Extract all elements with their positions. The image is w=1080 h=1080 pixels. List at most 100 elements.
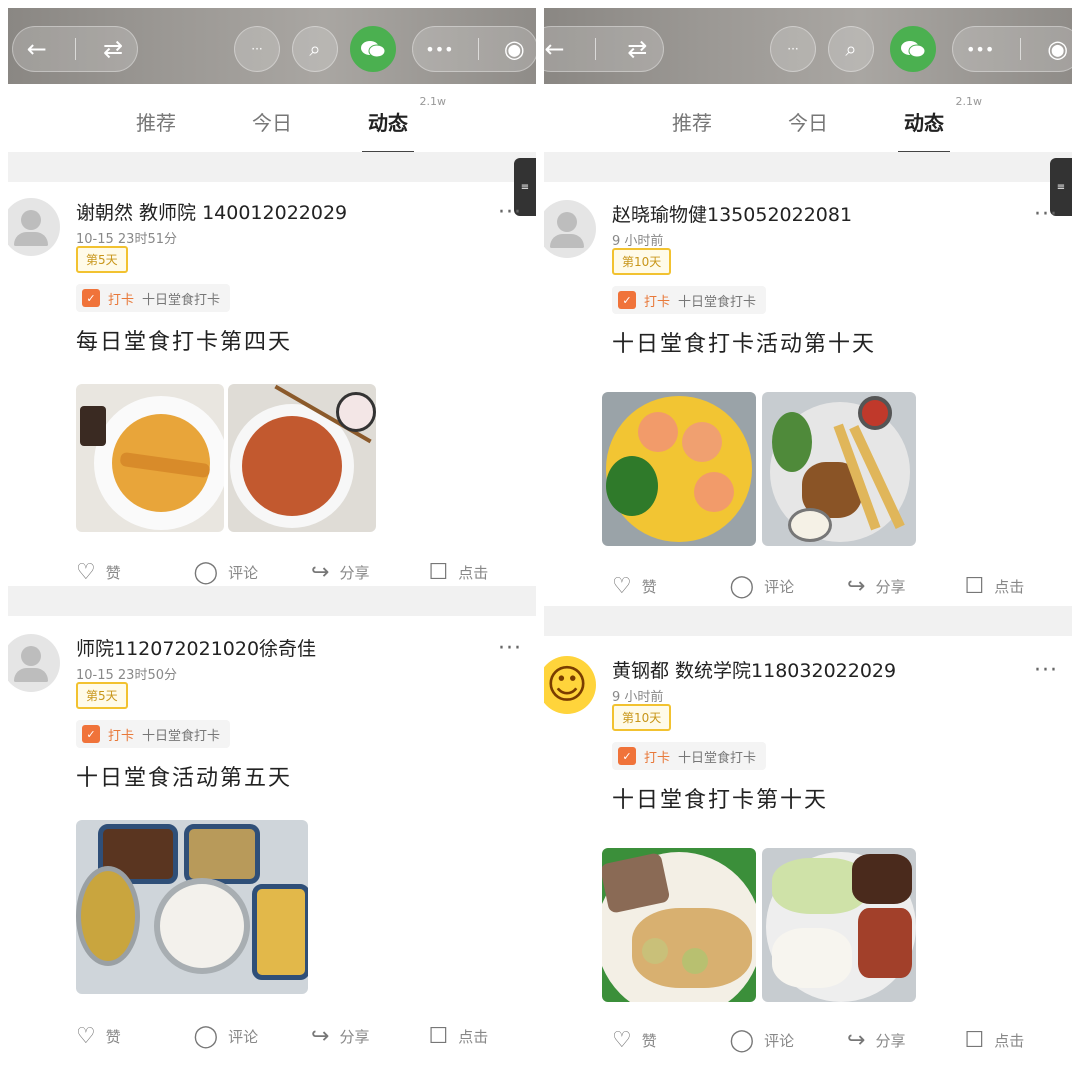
edit-icon: ☐ <box>964 1028 985 1053</box>
search-icon[interactable]: ⌕ <box>292 26 338 72</box>
wechat-icon[interactable] <box>350 26 396 72</box>
tab-feed[interactable]: 动态 2.1w <box>898 95 982 154</box>
edit-button[interactable]: ☐ 点击 <box>965 574 1073 599</box>
close-target-icon[interactable]: ◉ <box>1047 35 1068 63</box>
post-time: 9 小时前 <box>612 234 664 249</box>
share-button[interactable]: ↪ 分享 <box>847 574 965 599</box>
comment-button[interactable]: ◯ 评论 <box>730 1028 848 1053</box>
switch-icon[interactable]: ⇄ <box>103 35 123 63</box>
feed-tabs: 推荐 今日 动态 2.1w <box>544 86 1072 156</box>
comment-icon: ◯ <box>193 1024 219 1049</box>
tab-today[interactable]: 今日 <box>246 97 298 146</box>
food-photo[interactable] <box>228 384 376 532</box>
more-options-icon[interactable]: ··· <box>1034 658 1058 683</box>
feed-post: 谢朝然 教师院 140012022029 10-15 23时51分 第5天 ··… <box>8 188 536 588</box>
comment-button[interactable]: ◯ 评论 <box>730 574 848 599</box>
close-target-icon[interactable]: ◉ <box>504 35 525 63</box>
like-button[interactable]: ♡ 赞 <box>612 1028 730 1053</box>
post-time: 10-15 23时50分 <box>76 668 177 683</box>
switch-icon[interactable]: ⇄ <box>627 35 647 63</box>
feed-count: 2.1w <box>955 94 983 108</box>
more-options-icon[interactable]: ··· <box>498 636 522 661</box>
laughing-emoji-icon: ☺ <box>546 662 588 708</box>
avatar[interactable]: ☺ <box>544 656 596 714</box>
avatar[interactable] <box>8 198 60 256</box>
post-author[interactable]: 师院112072021020徐奇佳 <box>76 634 316 661</box>
tag-topic: 十日堂食打卡 <box>678 294 757 310</box>
like-button[interactable]: ♡ 赞 <box>76 1024 194 1049</box>
tab-recommend[interactable]: 推荐 <box>130 97 182 146</box>
like-button[interactable]: ♡ 赞 <box>76 560 194 585</box>
comment-icon: ◯ <box>193 560 219 585</box>
calendar-icon: ✓ <box>618 291 636 309</box>
checkin-tag[interactable]: ✓ 打卡 十日堂食打卡 <box>612 742 767 770</box>
post-time: 9 小时前 <box>612 690 664 705</box>
capsule-menu: ••• ◉ <box>412 26 536 72</box>
checkin-tag[interactable]: ✓ 打卡 十日堂食打卡 <box>612 286 767 314</box>
food-photo[interactable] <box>762 392 916 546</box>
heart-icon: ♡ <box>612 574 632 599</box>
share-button[interactable]: ↪ 分享 <box>311 1024 429 1049</box>
post-actions: ♡ 赞 ◯ 评论 ↪ 分享 ☐ 点击 <box>76 1024 536 1049</box>
edit-button[interactable]: ☐ 点击 <box>965 1028 1073 1053</box>
feed-post: 赵晓瑜物健135052022081 9 小时前 第10天 ··· ✓ 打卡 十日… <box>544 190 1072 610</box>
edit-icon: ☐ <box>964 574 985 599</box>
feed-post: 师院112072021020徐奇佳 10-15 23时50分 第5天 ··· ✓… <box>8 624 536 1064</box>
comment-button[interactable]: ◯ 评论 <box>194 560 312 585</box>
divider <box>544 606 1072 636</box>
like-button[interactable]: ♡ 赞 <box>612 574 730 599</box>
chat-icon[interactable]: ··· <box>770 26 816 72</box>
share-button[interactable]: ↪ 分享 <box>847 1028 965 1053</box>
divider <box>8 586 536 616</box>
day-badge: 第5天 <box>76 246 128 273</box>
share-button[interactable]: ↪ 分享 <box>311 560 429 585</box>
edit-icon: ☐ <box>428 560 449 585</box>
tab-feed[interactable]: 动态 2.1w <box>362 95 446 154</box>
food-photo[interactable] <box>762 848 916 1002</box>
avatar[interactable] <box>8 634 60 692</box>
food-photo[interactable] <box>76 820 308 994</box>
tag-topic: 十日堂食打卡 <box>678 750 757 766</box>
feed-count: 2.1w <box>419 94 447 108</box>
tag-kind: 打卡 <box>108 728 135 744</box>
post-author[interactable]: 赵晓瑜物健135052022081 <box>612 200 852 227</box>
tab-today[interactable]: 今日 <box>782 97 834 146</box>
comment-button[interactable]: ◯ 评论 <box>194 1024 312 1049</box>
search-icon[interactable]: ⌕ <box>828 26 874 72</box>
tab-recommend[interactable]: 推荐 <box>666 97 718 146</box>
divider <box>1020 38 1022 60</box>
post-author[interactable]: 谢朝然 教师院 140012022029 <box>76 198 347 225</box>
post-actions: ♡ 赞 ◯ 评论 ↪ 分享 ☐ 点击 <box>612 1028 1072 1053</box>
day-badge: 第10天 <box>612 248 672 275</box>
feed-post: ☺ 黄钢都 数统学院118032022029 9 小时前 第10天 ··· ✓ … <box>544 646 1072 1066</box>
tag-topic: 十日堂食打卡 <box>142 728 221 744</box>
nav-pill: ← ⇄ <box>544 26 664 72</box>
feed-tabs: 推荐 今日 动态 2.1w <box>8 86 536 156</box>
post-content: 十日堂食打卡第十天 <box>612 788 829 813</box>
tag-kind: 打卡 <box>644 294 671 310</box>
food-photo[interactable] <box>602 392 756 546</box>
divider <box>544 152 1072 182</box>
share-icon: ↪ <box>847 574 866 599</box>
avatar[interactable] <box>544 200 596 258</box>
left-screenshot: ← ⇄ ··· ⌕ ••• ◉ 推荐 今日 动态 2.1w ≡ 谢朝然 教师院 1… <box>8 8 536 1072</box>
checkin-tag[interactable]: ✓ 打卡 十日堂食打卡 <box>76 284 231 312</box>
edit-button[interactable]: ☐ 点击 <box>429 560 537 585</box>
more-icon[interactable]: ••• <box>966 40 994 59</box>
more-options-icon[interactable]: ··· <box>498 200 522 225</box>
edit-button[interactable]: ☐ 点击 <box>429 1024 537 1049</box>
share-icon: ↪ <box>311 1024 330 1049</box>
food-photo[interactable] <box>76 384 224 532</box>
post-author[interactable]: 黄钢都 数统学院118032022029 <box>612 656 896 683</box>
wechat-icon[interactable] <box>890 26 936 72</box>
chat-icon[interactable]: ··· <box>234 26 280 72</box>
edit-icon: ☐ <box>428 1024 449 1049</box>
more-icon[interactable]: ••• <box>425 40 453 59</box>
checkin-tag[interactable]: ✓ 打卡 十日堂食打卡 <box>76 720 231 748</box>
back-icon[interactable]: ← <box>544 35 564 63</box>
capsule-menu: ••• ◉ <box>952 26 1072 72</box>
food-photo[interactable] <box>602 848 756 1002</box>
more-options-icon[interactable]: ··· <box>1034 202 1058 227</box>
back-icon[interactable]: ← <box>27 35 47 63</box>
post-content: 每日堂食打卡第四天 <box>76 330 293 355</box>
